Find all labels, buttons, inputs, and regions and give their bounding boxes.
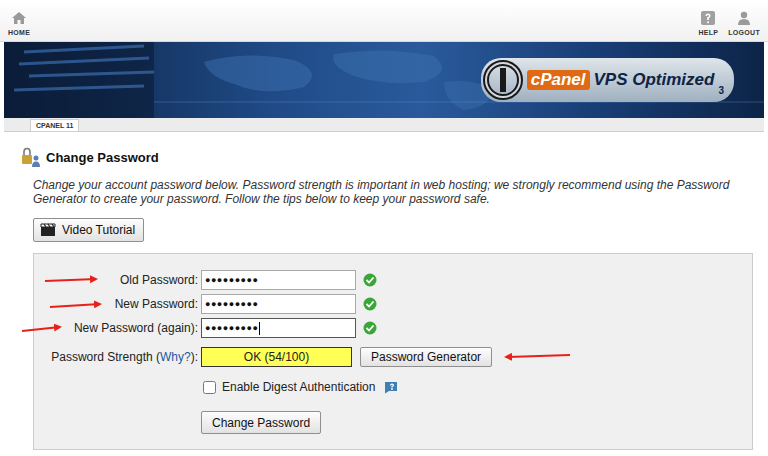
section-heading: Change Password xyxy=(20,146,768,168)
field-label: Old Password: xyxy=(34,273,201,287)
camera-icon xyxy=(40,223,56,237)
top-toolbar: HOME HELP LOGOUT xyxy=(0,0,768,42)
password-input[interactable]: ●●●●●●●●● xyxy=(201,294,356,314)
strength-meter: OK (54/100) xyxy=(201,347,352,367)
password-input[interactable]: ●●●●●●●●● xyxy=(201,270,356,290)
digest-checkbox-label[interactable]: Enable Digest Authentication xyxy=(201,380,375,394)
banner: cPanel VPS Optimized 3 xyxy=(4,42,764,118)
home-link[interactable]: HOME xyxy=(8,10,30,36)
password-input[interactable]: ●●●●●●●●● xyxy=(201,318,356,338)
password-lock-icon xyxy=(20,146,42,168)
logout-link[interactable]: LOGOUT xyxy=(728,10,760,36)
help-bubble-icon[interactable] xyxy=(384,380,398,394)
password-form: Old Password: ●●●●●●●●● New Password: ●●… xyxy=(33,253,753,450)
annotation-arrows-icon xyxy=(0,0,768,456)
cpanel-logo: cPanel VPS Optimized 3 xyxy=(481,58,734,102)
help-link[interactable]: HELP xyxy=(698,10,718,36)
password-generator-button[interactable]: Password Generator xyxy=(360,347,492,367)
tab-strip: CPANEL 11 xyxy=(4,118,764,132)
password-row: New Password: ●●●●●●●●● xyxy=(34,294,752,314)
valid-check-icon xyxy=(363,321,377,335)
digest-row: Enable Digest Authentication xyxy=(34,377,752,397)
video-tutorial-button[interactable]: Video Tutorial xyxy=(33,218,144,242)
strength-label: Password Strength (Why?): xyxy=(34,350,201,364)
change-password-button[interactable]: Change Password xyxy=(201,411,321,434)
field-label: New Password: xyxy=(34,297,201,311)
help-icon xyxy=(700,10,716,26)
user-icon xyxy=(736,10,752,26)
password-row: Old Password: ●●●●●●●●● xyxy=(34,270,752,290)
cpanel-emblem-icon xyxy=(483,60,523,100)
why-link[interactable]: Why? xyxy=(160,350,191,364)
content: Change Password Change your account pass… xyxy=(0,132,768,450)
field-label: New Password (again): xyxy=(34,321,201,335)
valid-check-icon xyxy=(363,273,377,287)
cpanel-tab[interactable]: CPANEL 11 xyxy=(30,119,79,131)
cpanel-page: HOME HELP LOGOUT cPanel VPS Optimized 3 … xyxy=(0,0,768,456)
password-row: New Password (again): ●●●●●●●●● xyxy=(34,318,752,338)
digest-checkbox[interactable] xyxy=(203,381,216,394)
section-description: Change your account password below. Pass… xyxy=(33,178,733,206)
strength-row: Password Strength (Why?): OK (54/100) Pa… xyxy=(34,347,752,367)
submit-row: Change Password xyxy=(34,411,752,434)
home-icon xyxy=(11,10,27,26)
valid-check-icon xyxy=(363,297,377,311)
